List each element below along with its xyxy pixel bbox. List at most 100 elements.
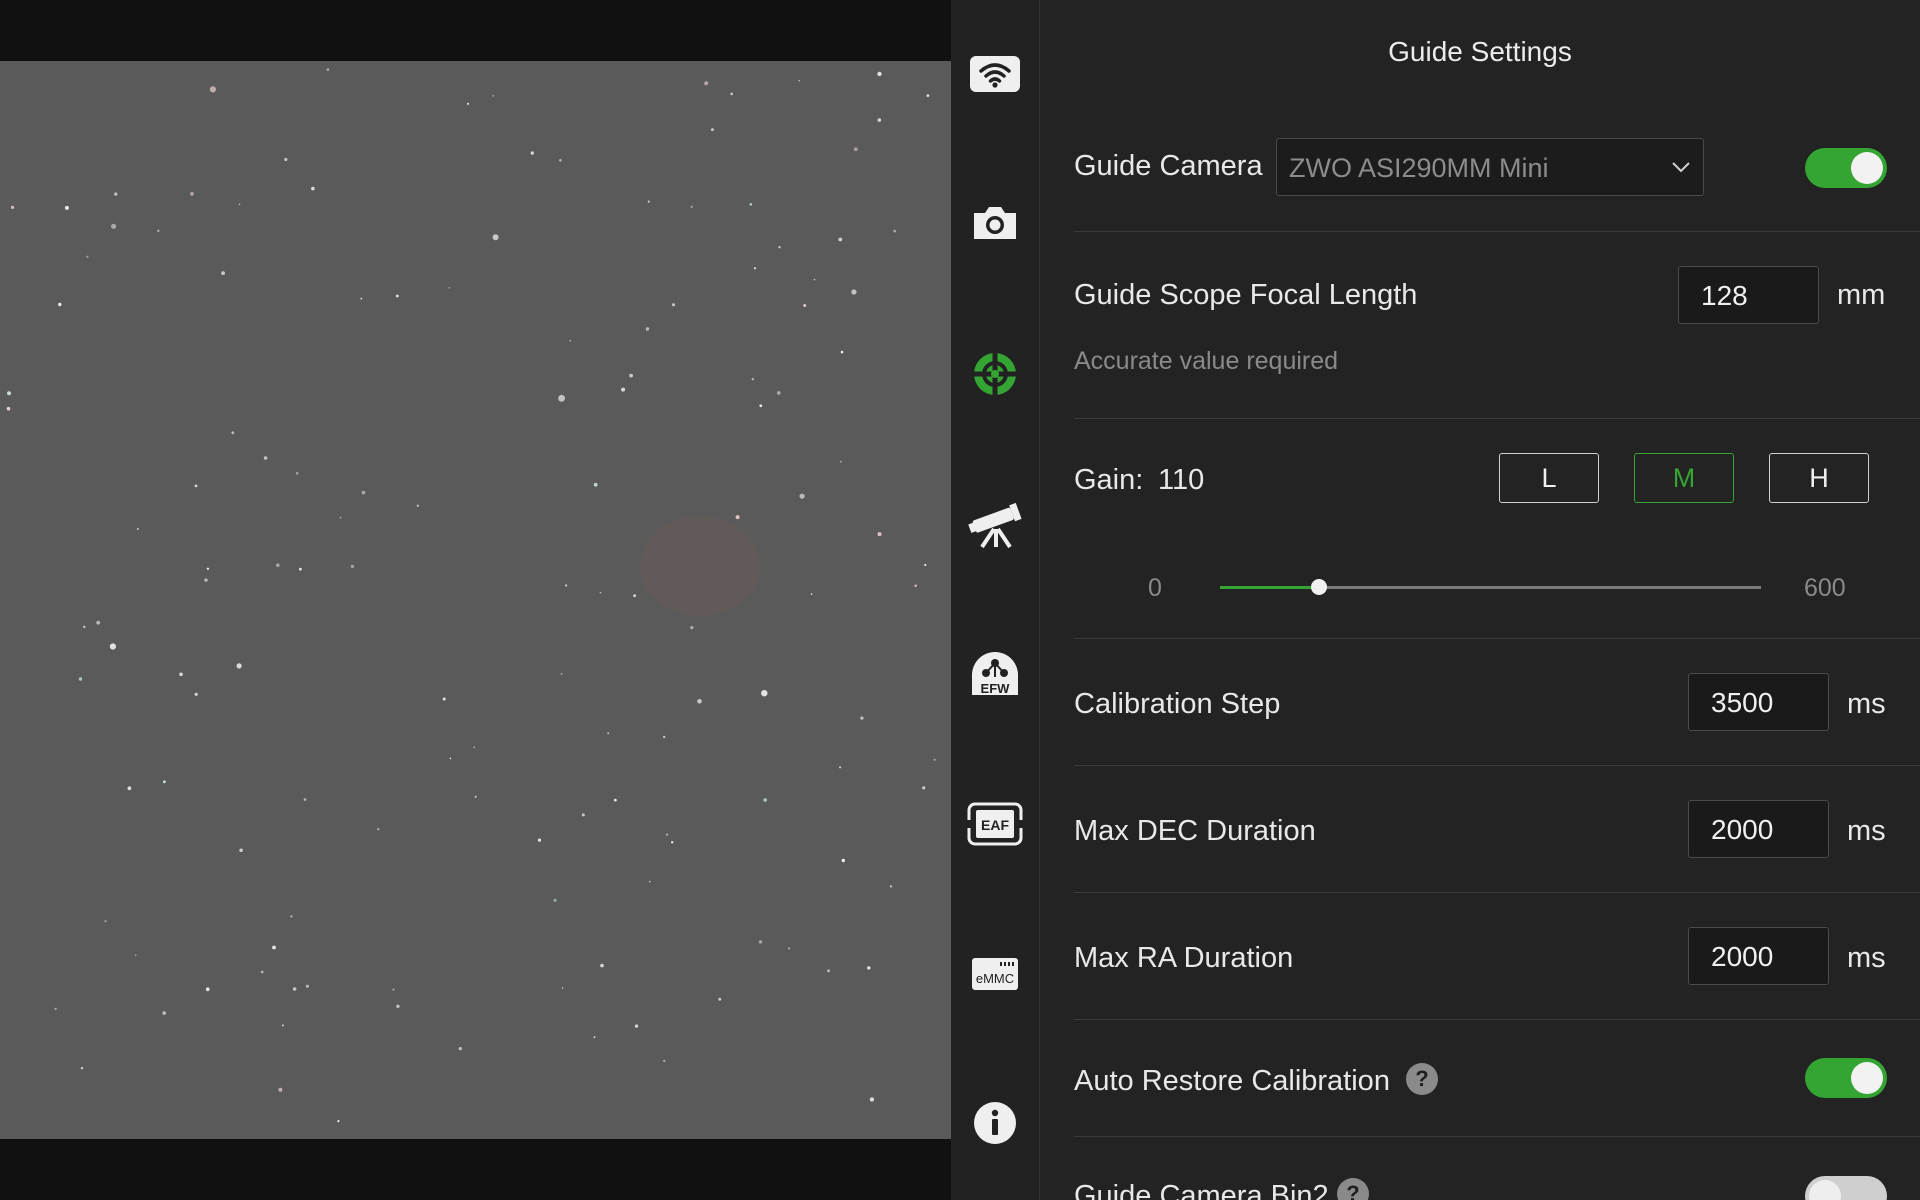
- efw-icon: EFW: [972, 652, 1018, 696]
- star: [645, 327, 650, 331]
- sidebar-item-guide[interactable]: [951, 334, 1039, 414]
- star: [777, 391, 781, 395]
- crosshair-icon: [972, 351, 1018, 397]
- sidebar-item-info[interactable]: [951, 1083, 1039, 1163]
- guide-camera-preview-image[interactable]: [0, 61, 951, 1139]
- star: [867, 966, 871, 970]
- star: [281, 1024, 284, 1027]
- gain-preset-high[interactable]: H: [1769, 453, 1869, 503]
- sidebar-item-wifi[interactable]: [951, 34, 1039, 114]
- camera-icon: [974, 207, 1016, 239]
- star: [839, 766, 842, 769]
- star: [926, 94, 930, 97]
- star: [710, 128, 714, 132]
- star: [396, 1004, 400, 1008]
- star: [492, 234, 499, 241]
- star: [114, 192, 118, 196]
- star: [392, 988, 395, 991]
- auto-restore-calibration-toggle[interactable]: [1805, 1058, 1887, 1098]
- eaf-label: EAF: [981, 817, 1009, 833]
- star: [838, 237, 843, 242]
- star: [860, 716, 864, 720]
- gain-slider[interactable]: [1220, 579, 1761, 595]
- star: [553, 898, 557, 902]
- star: [840, 350, 844, 354]
- star: [260, 970, 264, 974]
- star: [751, 378, 754, 381]
- guide-settings-panel: Guide Settings Guide Camera ZWO ASI290MM…: [1040, 0, 1920, 1200]
- guide-camera-toggle[interactable]: [1805, 148, 1887, 188]
- star: [663, 735, 666, 739]
- star: [111, 223, 117, 229]
- star: [204, 578, 208, 582]
- star: [492, 95, 495, 97]
- star: [607, 732, 610, 735]
- star: [803, 304, 807, 307]
- star: [537, 838, 542, 842]
- max-ra-duration-unit: ms: [1847, 942, 1886, 974]
- focal-length-label: Guide Scope Focal Length: [1074, 279, 1418, 311]
- sidebar-item-telescope[interactable]: [951, 484, 1039, 564]
- gain-preset-medium[interactable]: M: [1634, 453, 1734, 503]
- star: [690, 626, 694, 630]
- star: [350, 564, 355, 569]
- star: [569, 339, 572, 342]
- star: [621, 387, 626, 392]
- gain-preset-low[interactable]: L: [1499, 453, 1599, 503]
- star: [311, 186, 315, 191]
- guide-camera-bin2-label: Guide Camera Bin2: [1074, 1180, 1329, 1200]
- star: [416, 504, 419, 507]
- divider: [1074, 765, 1920, 766]
- star: [361, 490, 366, 495]
- gain-max-label: 600: [1804, 574, 1846, 602]
- star: [730, 92, 734, 96]
- star: [665, 833, 669, 836]
- sidebar-item-camera[interactable]: [951, 183, 1039, 263]
- star: [889, 885, 893, 888]
- star: [600, 963, 604, 968]
- gain-slider-thumb[interactable]: [1311, 579, 1328, 595]
- star: [377, 828, 380, 831]
- guide-camera-select[interactable]: ZWO ASI290MM Mini: [1276, 138, 1704, 196]
- sidebar-item-eaf[interactable]: EAF: [951, 784, 1039, 864]
- sidebar-item-efw[interactable]: EFW: [951, 633, 1039, 713]
- auto-restore-help-icon[interactable]: ?: [1406, 1063, 1438, 1095]
- max-dec-duration-input[interactable]: 2000: [1688, 800, 1829, 858]
- star: [7, 391, 11, 396]
- star: [735, 515, 740, 520]
- star-field: [6, 68, 936, 1123]
- star: [671, 303, 676, 307]
- star: [922, 786, 926, 790]
- focal-length-hint: Accurate value required: [1074, 347, 1339, 375]
- bin2-help-icon[interactable]: ?: [1337, 1178, 1369, 1200]
- star: [64, 205, 69, 210]
- guide-camera-bin2-toggle[interactable]: [1805, 1176, 1887, 1200]
- star: [104, 920, 107, 923]
- chevron-down-icon: [1672, 162, 1690, 173]
- sidebar-item-emmc[interactable]: eMMC: [951, 934, 1039, 1014]
- star: [278, 1087, 283, 1092]
- info-icon: [974, 1102, 1016, 1144]
- star: [853, 147, 858, 152]
- star: [80, 1067, 84, 1070]
- star: [869, 1097, 875, 1102]
- telescope-icon: [968, 502, 1022, 549]
- star: [221, 271, 226, 275]
- star: [561, 987, 564, 989]
- star: [560, 673, 563, 675]
- star: [194, 692, 198, 696]
- star: [914, 584, 917, 587]
- max-dec-duration-unit: ms: [1847, 815, 1886, 847]
- max-dec-duration-label: Max DEC Duration: [1074, 815, 1316, 847]
- star: [877, 118, 882, 122]
- star: [337, 1120, 340, 1123]
- star: [290, 915, 293, 918]
- star: [205, 987, 210, 992]
- star: [758, 940, 763, 944]
- max-ra-duration-input[interactable]: 2000: [1688, 927, 1829, 985]
- star: [272, 945, 276, 950]
- focal-length-input[interactable]: 128: [1678, 266, 1819, 324]
- calibration-step-input[interactable]: 3500: [1688, 673, 1829, 731]
- star: [326, 68, 330, 71]
- star: [339, 516, 342, 519]
